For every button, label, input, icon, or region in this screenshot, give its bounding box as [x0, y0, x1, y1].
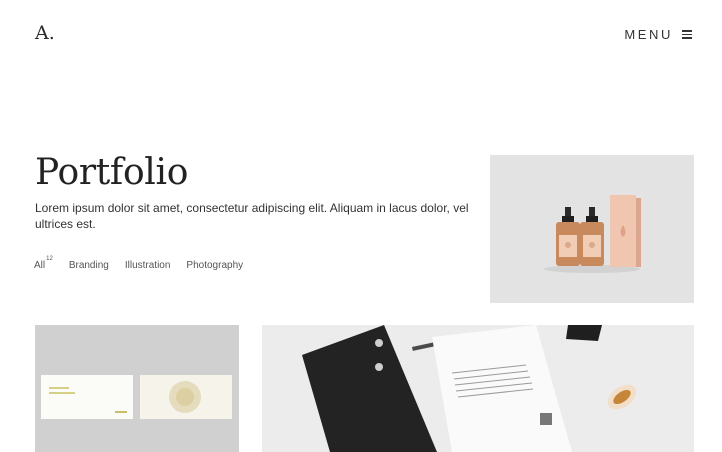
menu-button[interactable]: MENU: [624, 27, 692, 42]
portfolio-item-stationery[interactable]: [262, 325, 694, 452]
menu-label: MENU: [624, 27, 673, 42]
page-description: Lorem ipsum dolor sit amet, consectetur …: [35, 201, 469, 231]
filter-branding[interactable]: Branding: [69, 260, 109, 271]
portfolio-item-cosmetics[interactable]: [490, 155, 694, 303]
portfolio-item-business-cards[interactable]: [35, 325, 239, 452]
portfolio-filters: All12 Branding Illustration Photography: [34, 256, 243, 272]
cosmetics-image: [490, 155, 694, 303]
filter-photography[interactable]: Photography: [186, 260, 243, 271]
filter-all-count: 12: [46, 256, 53, 262]
site-logo[interactable]: A.: [35, 22, 55, 44]
filter-all[interactable]: All12: [34, 256, 53, 272]
filter-illustration[interactable]: Illustration: [125, 260, 171, 271]
business-cards-image: [35, 325, 239, 452]
filter-all-label: All: [34, 260, 46, 272]
hamburger-icon: [682, 30, 692, 39]
page-title: Portfolio: [35, 152, 189, 193]
stationery-image: [262, 325, 694, 452]
